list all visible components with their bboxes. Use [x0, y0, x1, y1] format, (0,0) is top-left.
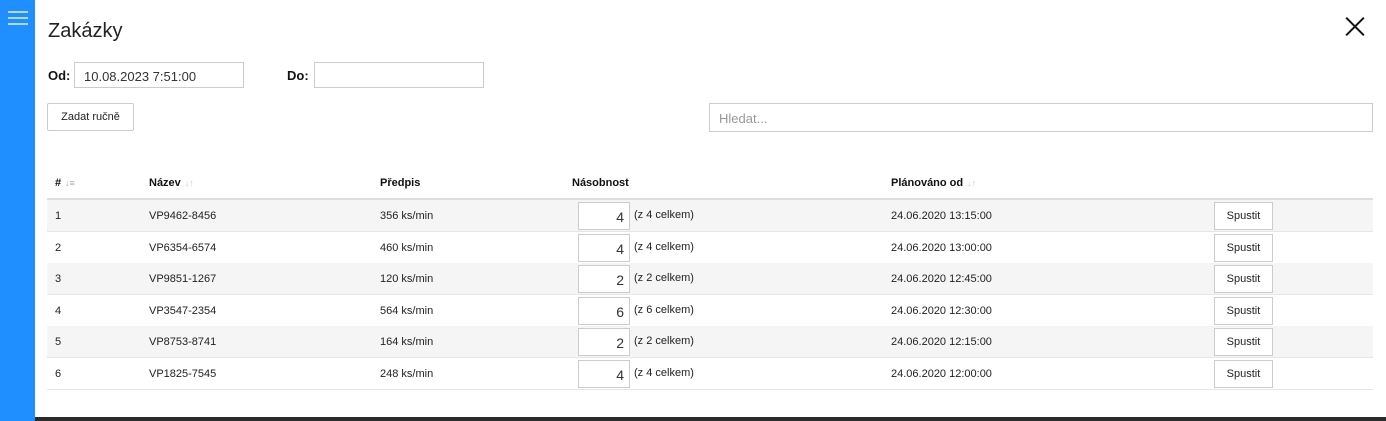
row-name: VP8753-8741 [149, 336, 217, 348]
row-planned: 24.06.2020 12:45:00 [891, 273, 992, 285]
row-id: 2 [55, 242, 62, 254]
menu-icon[interactable] [8, 11, 28, 25]
column-header-id[interactable]: # ↓≡ [55, 177, 75, 189]
manual-entry-button[interactable]: Zadat ručně [47, 103, 134, 131]
quantity-total: (z 2 celkem) [634, 272, 694, 284]
sort-asc-icon: ↓≡ [65, 178, 75, 188]
start-button[interactable]: Spustit [1214, 360, 1273, 388]
column-header-name[interactable]: Název ↓↑ [149, 177, 194, 189]
table-row: 3 VP9851-1267 120 ks/min 2 (z 2 celkem) … [47, 263, 1373, 295]
start-button[interactable]: Spustit [1214, 202, 1273, 230]
row-spec: 248 ks/min [380, 368, 434, 380]
row-planned: 24.06.2020 13:00:00 [891, 242, 992, 254]
header-label-id: # [55, 177, 62, 189]
start-button[interactable]: Spustit [1214, 328, 1273, 356]
start-button[interactable]: Spustit [1214, 297, 1273, 325]
quantity-total: (z 4 celkem) [634, 241, 694, 253]
column-header-planned[interactable]: Plánováno od ↓↑ [891, 177, 976, 189]
orders-panel: Zakázky Od: 10.08.2023 7:51:00 Do: Zadat… [35, 0, 1386, 417]
quantity-total: (z 4 celkem) [634, 367, 694, 379]
quantity-input[interactable]: 6 [578, 297, 630, 325]
row-name: VP3547-2354 [149, 305, 217, 317]
window-bottom-edge [35, 417, 1386, 421]
od-field[interactable]: 10.08.2023 7:51:00 [74, 62, 244, 88]
column-header-multiplicity: Násobnost [572, 177, 629, 189]
page-title: Zakázky [48, 20, 123, 42]
row-spec: 356 ks/min [380, 210, 434, 222]
quantity-total: (z 2 celkem) [634, 335, 694, 347]
do-label: Do: [287, 68, 309, 83]
quantity-input[interactable]: 4 [578, 234, 630, 262]
row-spec: 460 ks/min [380, 242, 434, 254]
table-row: 6 VP1825-7545 248 ks/min 4 (z 4 celkem) … [47, 358, 1373, 390]
header-label-planned: Plánováno od [891, 177, 964, 189]
sort-icon: ↓↑ [184, 178, 194, 188]
row-id: 4 [55, 305, 62, 317]
row-spec: 164 ks/min [380, 336, 434, 348]
table-row: 5 VP8753-8741 164 ks/min 2 (z 2 celkem) … [47, 326, 1373, 358]
row-name: VP1825-7545 [149, 368, 217, 380]
column-header-spec: Předpis [380, 177, 421, 189]
row-planned: 24.06.2020 12:00:00 [891, 368, 992, 380]
sort-icon: ↓↑ [967, 178, 977, 188]
quantity-input[interactable]: 2 [578, 328, 630, 356]
row-spec: 120 ks/min [380, 273, 434, 285]
od-label: Od: [48, 68, 71, 83]
do-field[interactable] [314, 62, 484, 88]
quantity-input[interactable]: 4 [578, 202, 630, 230]
table-row: 4 VP3547-2354 564 ks/min 6 (z 6 celkem) … [47, 295, 1373, 327]
row-name: VP9851-1267 [149, 273, 217, 285]
table-row: 2 VP6354-6574 460 ks/min 4 (z 4 celkem) … [47, 232, 1373, 264]
close-icon[interactable] [1344, 15, 1366, 37]
row-planned: 24.06.2020 12:30:00 [891, 305, 992, 317]
row-id: 6 [55, 368, 62, 380]
start-button[interactable]: Spustit [1214, 265, 1273, 293]
row-id: 3 [55, 273, 62, 285]
quantity-total: (z 4 celkem) [634, 209, 694, 221]
header-label-name: Název [149, 177, 181, 189]
row-planned: 24.06.2020 13:15:00 [891, 210, 992, 222]
quantity-input[interactable]: 4 [578, 360, 630, 388]
quantity-total: (z 6 celkem) [634, 304, 694, 316]
start-button[interactable]: Spustit [1214, 234, 1273, 262]
row-spec: 564 ks/min [380, 305, 434, 317]
quantity-input[interactable]: 2 [578, 265, 630, 293]
row-id: 5 [55, 336, 62, 348]
table-row: 1 VP9462-8456 356 ks/min 4 (z 4 celkem) … [47, 200, 1373, 232]
row-planned: 24.06.2020 12:15:00 [891, 336, 992, 348]
search-input[interactable]: Hledat... [709, 103, 1373, 132]
sidebar [0, 0, 35, 421]
row-name: VP6354-6574 [149, 242, 217, 254]
row-name: VP9462-8456 [149, 210, 217, 222]
row-id: 1 [55, 210, 62, 222]
